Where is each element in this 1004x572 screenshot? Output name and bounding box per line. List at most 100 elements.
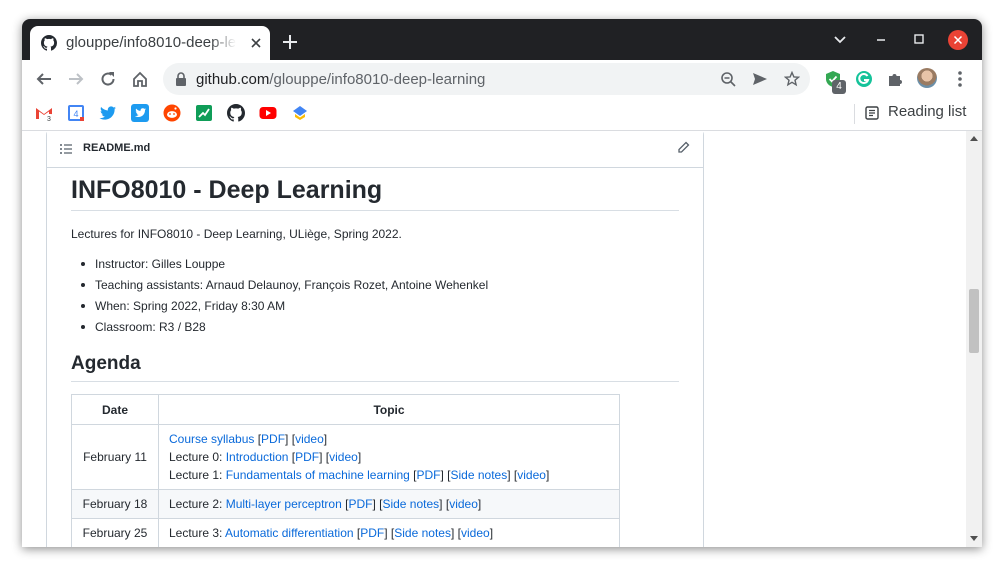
lecture-link[interactable]: Course syllabus (169, 432, 254, 446)
bookmarks-separator (854, 104, 855, 124)
blue-app-icon[interactable] (291, 104, 309, 122)
video-link[interactable]: video (329, 450, 358, 464)
video-link[interactable]: video (295, 432, 324, 446)
zoom-icon[interactable] (720, 71, 736, 87)
home-icon[interactable] (131, 70, 149, 88)
close-window-button[interactable] (948, 30, 968, 50)
pdf-link[interactable]: PDF (360, 526, 384, 540)
side-notes-link[interactable]: Side notes (382, 497, 439, 511)
url-domain: github.com (196, 71, 270, 88)
twitter-icon[interactable] (131, 104, 149, 122)
lecture-link[interactable]: Fundamentals of machine learning (226, 468, 410, 482)
url-path: /glouppe/info8010-deep-learning (269, 71, 486, 88)
lecture-link[interactable]: Multi-layer perceptron (226, 497, 342, 511)
menu-kebab-icon[interactable] (950, 69, 970, 89)
scrollbar-thumb[interactable] (969, 289, 979, 353)
topic-column-header: Topic (158, 394, 620, 425)
maximize-icon[interactable] (912, 32, 926, 46)
extension-badge: 4 (832, 80, 846, 94)
lecture-prefix: Lecture 2: (169, 497, 223, 511)
tab-search-chevron-icon[interactable] (833, 32, 847, 46)
agenda-table: Date Topic February 11 Course syllabus [… (71, 394, 620, 547)
calendar-day: 4 (73, 109, 78, 119)
green-app-icon[interactable] (195, 104, 213, 122)
video-link[interactable]: video (449, 497, 478, 511)
topic-line: Course syllabus [PDF] [video] (169, 432, 328, 446)
address-bar[interactable]: github.com/glouppe/info8010-deep-learnin… (163, 63, 810, 95)
table-row: February 25 Lecture 3: Automatic differe… (71, 518, 620, 547)
close-tab-icon[interactable] (249, 36, 263, 50)
reading-list-icon[interactable] (865, 106, 879, 120)
list-item: Instructor: Gilles Louppe (71, 257, 488, 278)
reading-list-button[interactable]: Reading list (888, 103, 966, 120)
lecture-link[interactable]: Automatic differentiation (225, 526, 354, 540)
date-cell: February 25 (71, 518, 159, 547)
topic-line: Lecture 2: Multi-layer perceptron [PDF] … (169, 497, 482, 511)
scroll-down-arrow-icon[interactable] (970, 536, 978, 541)
pdf-link[interactable]: PDF (261, 432, 285, 446)
table-of-contents-icon[interactable] (59, 142, 73, 156)
topic-cell: Course syllabus [PDF] [video] Lecture 0:… (158, 424, 620, 490)
video-link[interactable]: video (461, 526, 490, 540)
table-row: February 18 Lecture 2: Multi-layer perce… (71, 489, 620, 519)
side-notes-link[interactable]: Side notes (451, 468, 508, 482)
toolbar: github.com/glouppe/info8010-deep-learnin… (22, 60, 982, 98)
url-text[interactable]: github.com/glouppe/info8010-deep-learnin… (196, 71, 485, 88)
readme-container: README.md INFO8010 - Deep Learning Lectu… (46, 131, 704, 547)
topic-line: Lecture 3: Automatic differentiation [PD… (169, 526, 494, 540)
active-tab[interactable]: glouppe/info8010-deep-learning (30, 26, 270, 60)
gmail-badge: 3 (47, 116, 51, 122)
vertical-scrollbar[interactable] (966, 131, 982, 547)
minimize-icon[interactable] (874, 32, 888, 46)
date-cell: February 11 (71, 424, 159, 490)
gmail-icon[interactable]: 3 (35, 104, 53, 122)
list-item: When: Spring 2022, Friday 8:30 AM (71, 299, 488, 320)
grammarly-icon[interactable] (854, 69, 874, 89)
profile-avatar[interactable] (917, 68, 937, 88)
send-icon[interactable] (752, 71, 768, 87)
github-icon (41, 35, 57, 51)
date-cell: February 18 (71, 489, 159, 519)
tab-title: glouppe/info8010-deep-learning (66, 34, 236, 51)
reddit-icon[interactable] (163, 104, 181, 122)
topic-cell: Lecture 3: Automatic differentiation [PD… (158, 518, 620, 547)
back-icon[interactable] (35, 70, 53, 88)
extensions-puzzle-icon[interactable] (885, 69, 905, 89)
table-header-row: Date Topic (71, 394, 620, 425)
lecture-prefix: Lecture 3: (169, 526, 223, 540)
topic-line: Lecture 0: Introduction [PDF] [video] (169, 450, 362, 464)
list-item: Teaching assistants: Arnaud Delaunoy, Fr… (71, 278, 488, 299)
readme-header: README.md (47, 131, 703, 168)
readme-filename[interactable]: README.md (83, 142, 150, 154)
lecture-prefix: Lecture 1: (169, 468, 223, 482)
close-icon (953, 35, 963, 45)
video-link[interactable]: video (517, 468, 546, 482)
github-icon[interactable] (227, 104, 245, 122)
calendar-icon[interactable]: 4 (67, 104, 85, 122)
title-bar: glouppe/info8010-deep-learning (22, 19, 982, 60)
lecture-link[interactable]: Introduction (226, 450, 289, 464)
twitter-icon[interactable] (99, 104, 117, 122)
bookmark-star-icon[interactable] (784, 71, 800, 87)
intro-paragraph: Lectures for INFO8010 - Deep Learning, U… (71, 227, 402, 241)
browser-window: glouppe/info8010-deep-learning (22, 19, 982, 547)
course-info-list: Instructor: Gilles Louppe Teaching assis… (71, 257, 488, 341)
pdf-link[interactable]: PDF (348, 497, 372, 511)
scroll-up-arrow-icon[interactable] (970, 136, 978, 141)
reload-icon[interactable] (99, 70, 117, 88)
pdf-link[interactable]: PDF (417, 468, 441, 482)
lecture-prefix: Lecture 0: (169, 450, 223, 464)
youtube-icon[interactable] (259, 104, 277, 122)
pdf-link[interactable]: PDF (295, 450, 319, 464)
page-title: INFO8010 - Deep Learning (71, 176, 679, 211)
bookmarks-bar: 3 4 Reading list (22, 98, 982, 131)
page-content: README.md INFO8010 - Deep Learning Lectu… (22, 131, 982, 547)
topic-cell: Lecture 2: Multi-layer perceptron [PDF] … (158, 489, 620, 519)
date-column-header: Date (71, 394, 159, 425)
side-notes-link[interactable]: Side notes (394, 526, 451, 540)
edit-pencil-icon[interactable] (677, 141, 690, 154)
forward-icon[interactable] (67, 70, 85, 88)
new-tab-icon[interactable] (282, 34, 298, 50)
table-row: February 11 Course syllabus [PDF] [video… (71, 424, 620, 490)
lock-icon[interactable] (175, 72, 187, 86)
